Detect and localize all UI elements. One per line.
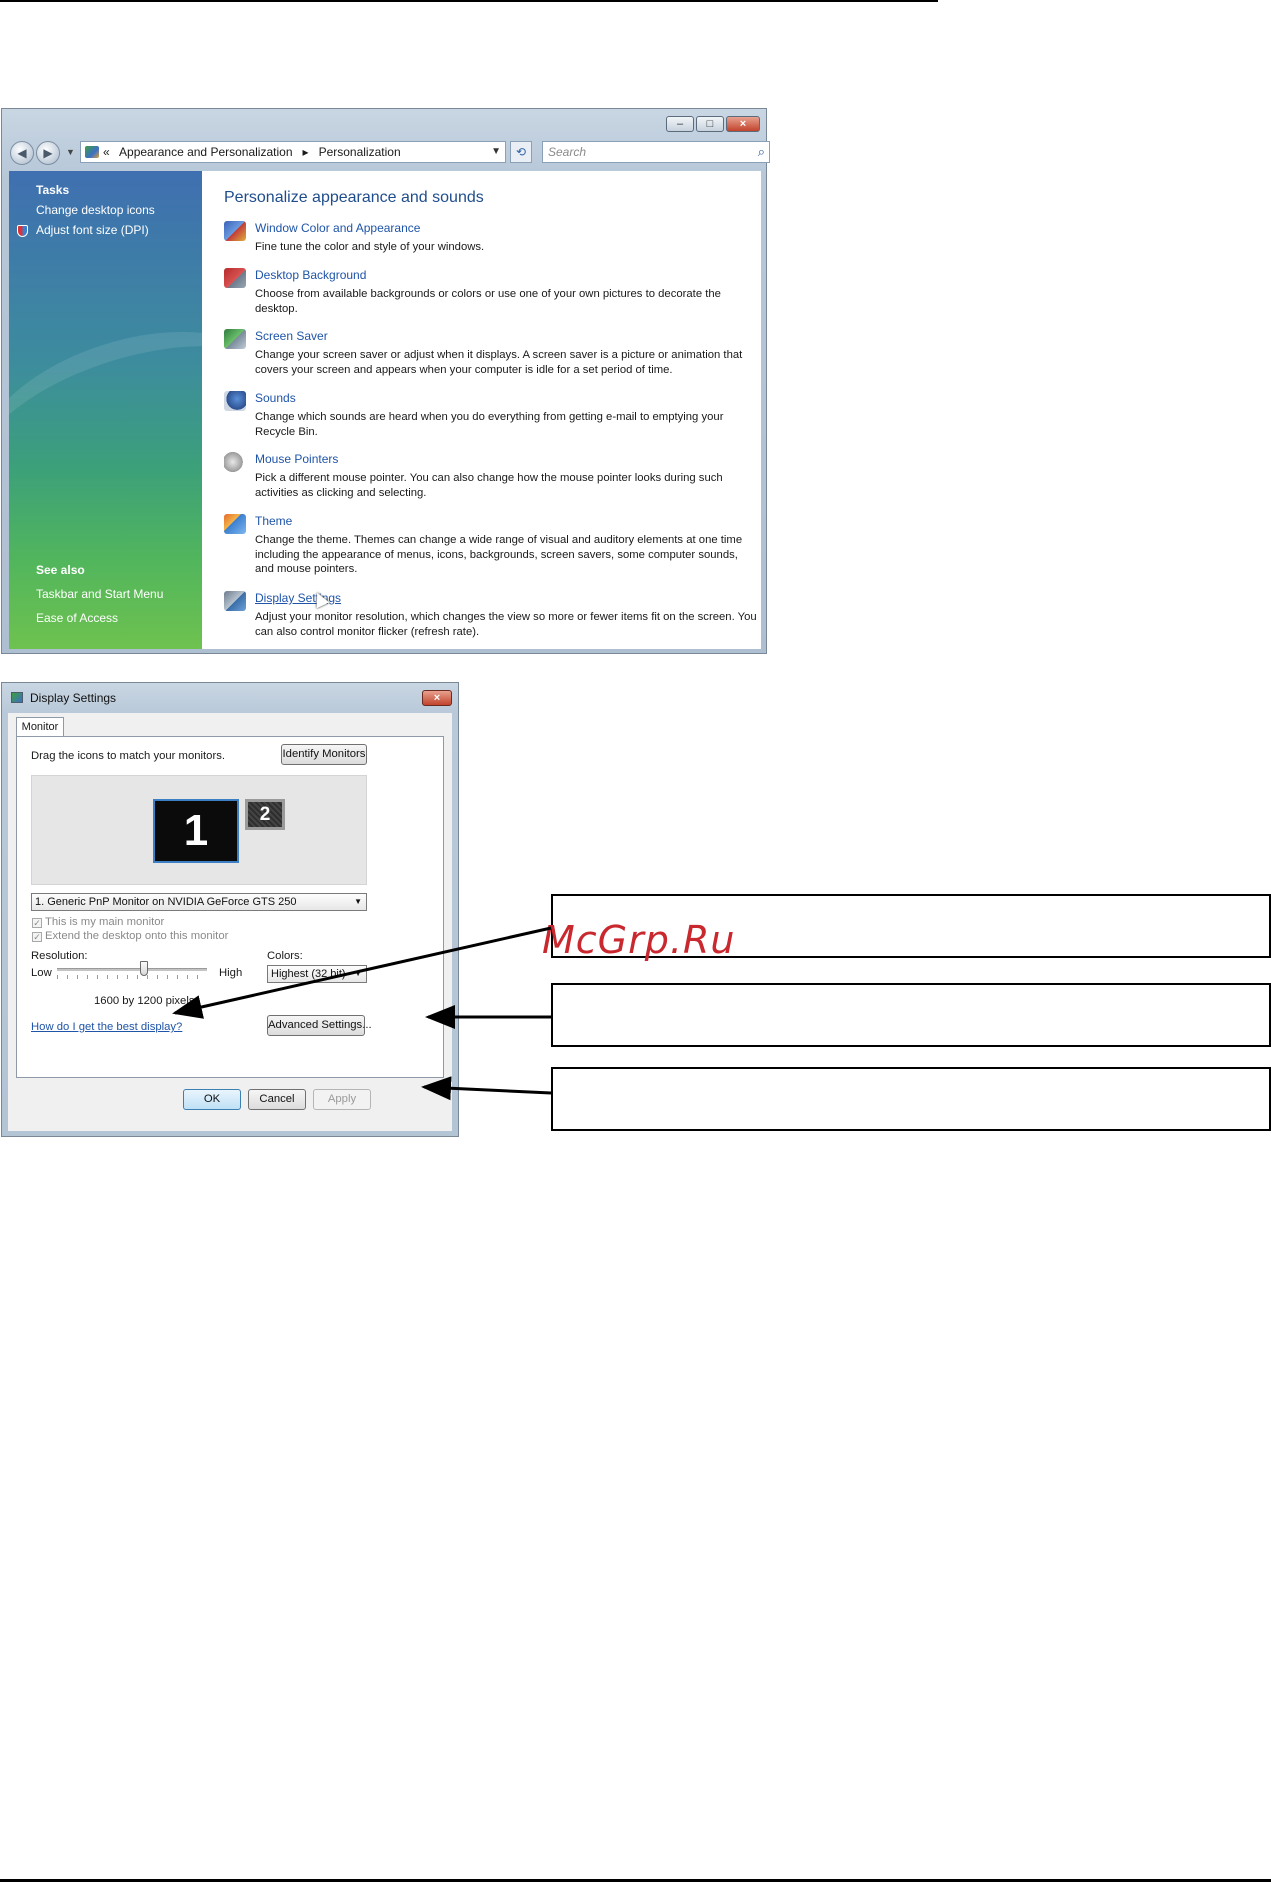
bottom-rule [0,1879,1271,1882]
arrow-to-advanced-settings [421,1076,552,1101]
arrow-to-resolution-slider [172,926,552,1019]
callout-arrows [172,926,552,1101]
